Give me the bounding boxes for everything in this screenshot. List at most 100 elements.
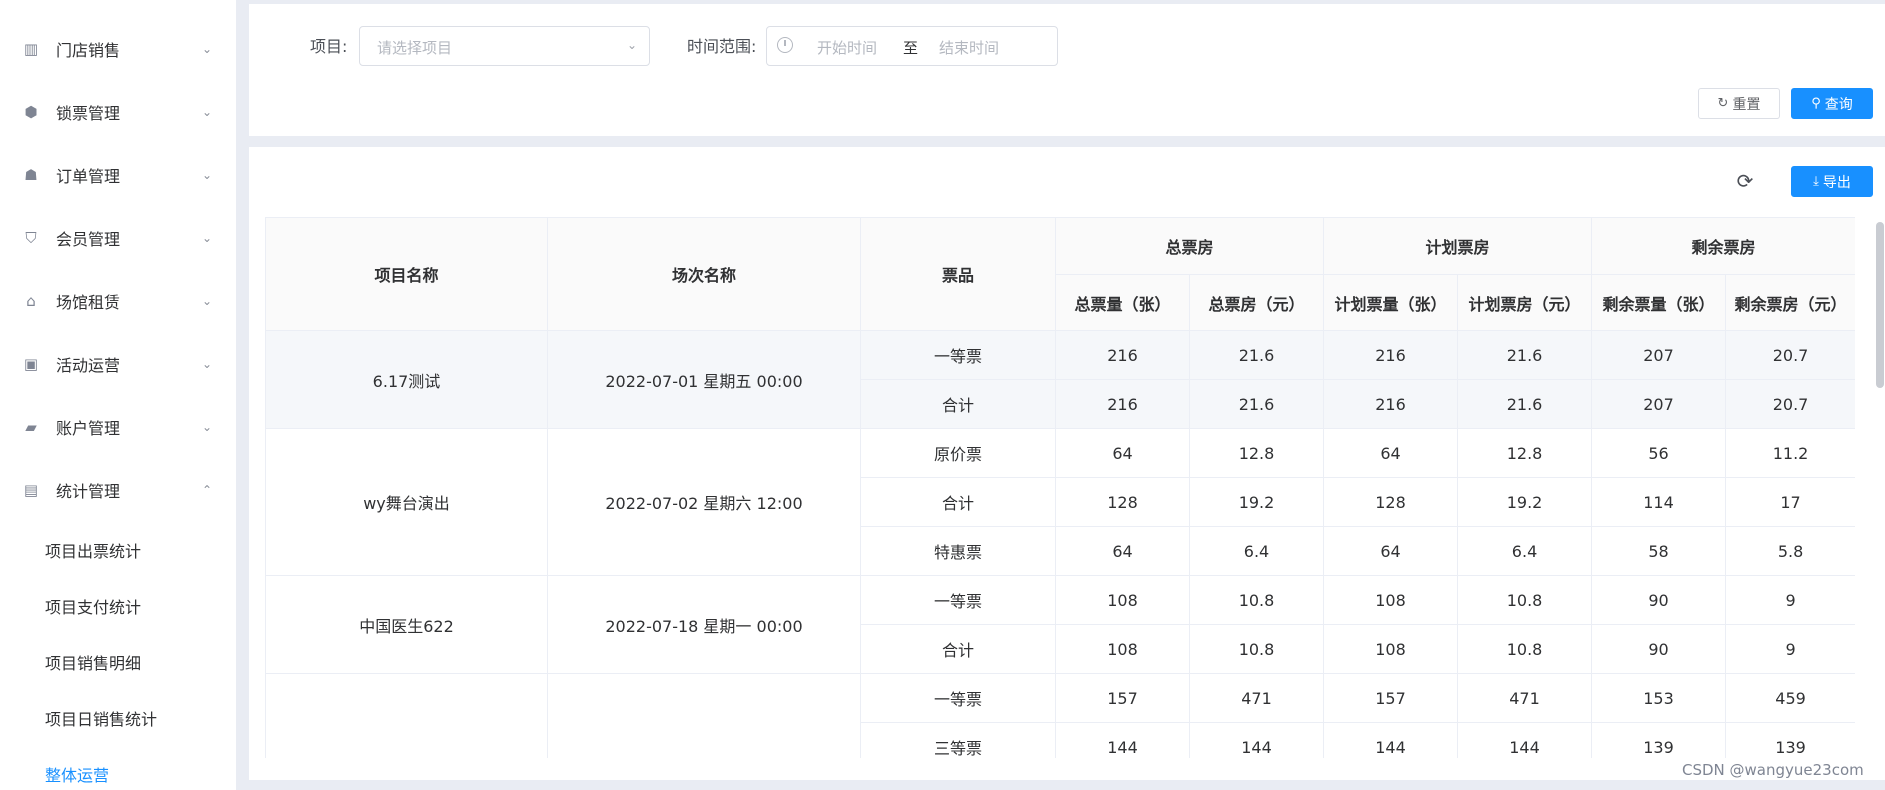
chevron-down-icon: ⌄ <box>201 231 213 245</box>
cell-plan-qty: 64 <box>1323 526 1459 576</box>
time-range-label: 时间范围: <box>687 37 757 56</box>
cell-project-name: 6.17测试 <box>265 330 548 429</box>
submenu-item-3[interactable]: 项目日销售统计 <box>45 698 235 738</box>
sidebar-item-5[interactable]: ▣ 活动运营 ⌄ <box>0 339 236 389</box>
cell-remain-qty: 139 <box>1591 722 1727 758</box>
project-label: 项目: <box>310 37 348 56</box>
column-group-plan: 计划票房 <box>1323 217 1593 275</box>
column-header-total-amt: 总票房（元） <box>1188 274 1325 331</box>
wallet-icon: ▰ <box>25 418 37 436</box>
refresh-icon[interactable]: ⟳ <box>1735 169 1755 193</box>
cell-remain-amt: 20.7 <box>1725 330 1855 380</box>
sidebar-item-label: 订单管理 <box>56 167 121 186</box>
project-select[interactable]: 请选择项目 ⌄ <box>359 26 650 66</box>
reset-button[interactable]: ↻ 重置 <box>1698 88 1780 119</box>
sidebar-item-label: 活动运营 <box>56 356 121 375</box>
sidebar-item-3[interactable]: ⛉ 会员管理 ⌄ <box>0 213 236 263</box>
cell-plan-qty: 108 <box>1323 575 1459 625</box>
cell-total-qty: 216 <box>1055 330 1190 380</box>
cell-plan-amt: 144 <box>1457 722 1593 758</box>
cell-total-amt: 12.8 <box>1188 428 1325 478</box>
sidebar-item-7[interactable]: ▤ 统计管理 ⌃ <box>0 465 236 515</box>
watermark: CSDN @wangyue23com <box>1682 761 1864 779</box>
submenu-item-1[interactable]: 项目支付统计 <box>45 586 235 626</box>
cell-plan-amt: 10.8 <box>1457 575 1593 625</box>
cell-plan-qty: 108 <box>1323 624 1459 674</box>
cell-plan-amt: 471 <box>1457 673 1593 723</box>
chevron-down-icon: ⌄ <box>201 168 213 182</box>
table-row: wy舞台演出 2022-07-02 星期六 12:00 原价票 64 12.8 64 12.… <box>265 428 1855 576</box>
sidebar: ▥ 门店销售 ⌄ ⬢ 锁票管理 ⌄ ☗ 订单管理 ⌄ ⛉ 会员管理 ⌄ ⌂ 场馆租赁 ⌄ ▣ 活动运营 ⌄ ▰ 账户管… <box>0 0 236 790</box>
cell-remain-qty: 90 <box>1591 575 1727 625</box>
cell-remain-qty: 90 <box>1591 624 1727 674</box>
cell-plan-amt: 19.2 <box>1457 477 1593 527</box>
cell-remain-amt: 11.2 <box>1725 428 1855 478</box>
cell-total-amt: 471 <box>1188 673 1325 723</box>
query-button[interactable]: ⚲ 查询 <box>1791 88 1873 119</box>
sidebar-item-6[interactable]: ▰ 账户管理 ⌄ <box>0 402 236 452</box>
cell-total-qty: 64 <box>1055 526 1190 576</box>
cell-plan-qty: 216 <box>1323 330 1459 380</box>
cell-remain-amt: 9 <box>1725 575 1855 625</box>
export-button[interactable]: ⤓ 导出 <box>1791 166 1873 197</box>
cell-plan-qty: 216 <box>1323 379 1459 429</box>
vertical-scrollbar[interactable] <box>1876 222 1884 388</box>
sidebar-item-label: 统计管理 <box>56 482 121 501</box>
chart-bar-icon: ▥ <box>23 40 39 58</box>
sidebar-item-label: 锁票管理 <box>56 104 121 123</box>
cell-total-qty: 216 <box>1055 379 1190 429</box>
cell-remain-amt: 5.8 <box>1725 526 1855 576</box>
cell-plan-qty: 64 <box>1323 428 1459 478</box>
sidebar-item-0[interactable]: ▥ 门店销售 ⌄ <box>0 24 236 74</box>
cell-total-amt: 10.8 <box>1188 624 1325 674</box>
time-range-picker[interactable]: 开始时间 至 结束时间 <box>766 26 1058 66</box>
document-icon: ▤ <box>23 481 39 499</box>
cell-session-name: 2022-07-18 星期一 00:00 <box>547 575 861 674</box>
sidebar-item-4[interactable]: ⌂ 场馆租赁 ⌄ <box>0 276 236 326</box>
refresh-small-icon: ↻ <box>1717 96 1729 111</box>
start-time-input[interactable]: 开始时间 <box>817 37 877 58</box>
cell-project-name: wy舞台演出 <box>265 428 548 576</box>
cell-total-amt: 21.6 <box>1188 330 1325 380</box>
cell-ticket: 三等票 <box>860 722 1056 758</box>
cell-remain-qty: 153 <box>1591 673 1727 723</box>
column-header-ticket: 票品 <box>860 217 1056 331</box>
cell-ticket: 原价票 <box>860 428 1056 478</box>
cell-plan-amt: 10.8 <box>1457 624 1593 674</box>
chevron-down-icon: ⌄ <box>626 38 637 52</box>
cell-total-qty: 64 <box>1055 428 1190 478</box>
sidebar-item-label: 门店销售 <box>56 41 121 60</box>
cube-icon: ⬢ <box>24 103 38 121</box>
table-body: 6.17测试 2022-07-01 星期五 00:00 一等票 216 21.6 216 2… <box>265 330 1855 758</box>
sidebar-item-1[interactable]: ⬢ 锁票管理 ⌄ <box>0 87 236 137</box>
cell-ticket: 合计 <box>860 477 1056 527</box>
sidebar-item-label: 会员管理 <box>56 230 121 249</box>
submenu-item-0[interactable]: 项目出票统计 <box>45 530 235 570</box>
cell-plan-qty: 157 <box>1323 673 1459 723</box>
cell-plan-amt: 12.8 <box>1457 428 1593 478</box>
table-header: 项目名称 场次名称 票品 总票房 计划票房 剩余票房 总票量（张） 总票房（元）… <box>265 217 1855 331</box>
cell-ticket: 一等票 <box>860 330 1056 380</box>
cell-remain-amt: 20.7 <box>1725 379 1855 429</box>
cell-remain-qty: 114 <box>1591 477 1727 527</box>
cell-total-qty: 108 <box>1055 575 1190 625</box>
statistics-table-container: 项目名称 场次名称 票品 总票房 计划票房 剩余票房 总票量（张） 总票房（元）… <box>265 217 1855 758</box>
column-header-session: 场次名称 <box>547 217 861 331</box>
cell-session-name: 2022-07-01 星期五 00:00 <box>547 330 861 429</box>
sidebar-item-2[interactable]: ☗ 订单管理 ⌄ <box>0 150 236 200</box>
cell-plan-amt: 21.6 <box>1457 379 1593 429</box>
submenu-item-2[interactable]: 项目销售明细 <box>45 642 235 682</box>
cell-total-amt: 19.2 <box>1188 477 1325 527</box>
cell-total-amt: 10.8 <box>1188 575 1325 625</box>
search-icon: ⚲ <box>1811 96 1821 111</box>
cell-remain-amt: 139 <box>1725 722 1855 758</box>
chevron-down-icon: ⌄ <box>201 42 213 56</box>
cell-plan-qty: 144 <box>1323 722 1459 758</box>
submenu-item-4[interactable]: 整体运营 <box>45 754 235 790</box>
chevron-up-icon: ⌃ <box>201 483 213 497</box>
column-header-total-qty: 总票量（张） <box>1055 274 1190 331</box>
cell-remain-qty: 56 <box>1591 428 1727 478</box>
end-time-input[interactable]: 结束时间 <box>939 37 999 58</box>
cell-ticket: 一等票 <box>860 575 1056 625</box>
graduation-cap-icon: ☗ <box>24 166 38 184</box>
